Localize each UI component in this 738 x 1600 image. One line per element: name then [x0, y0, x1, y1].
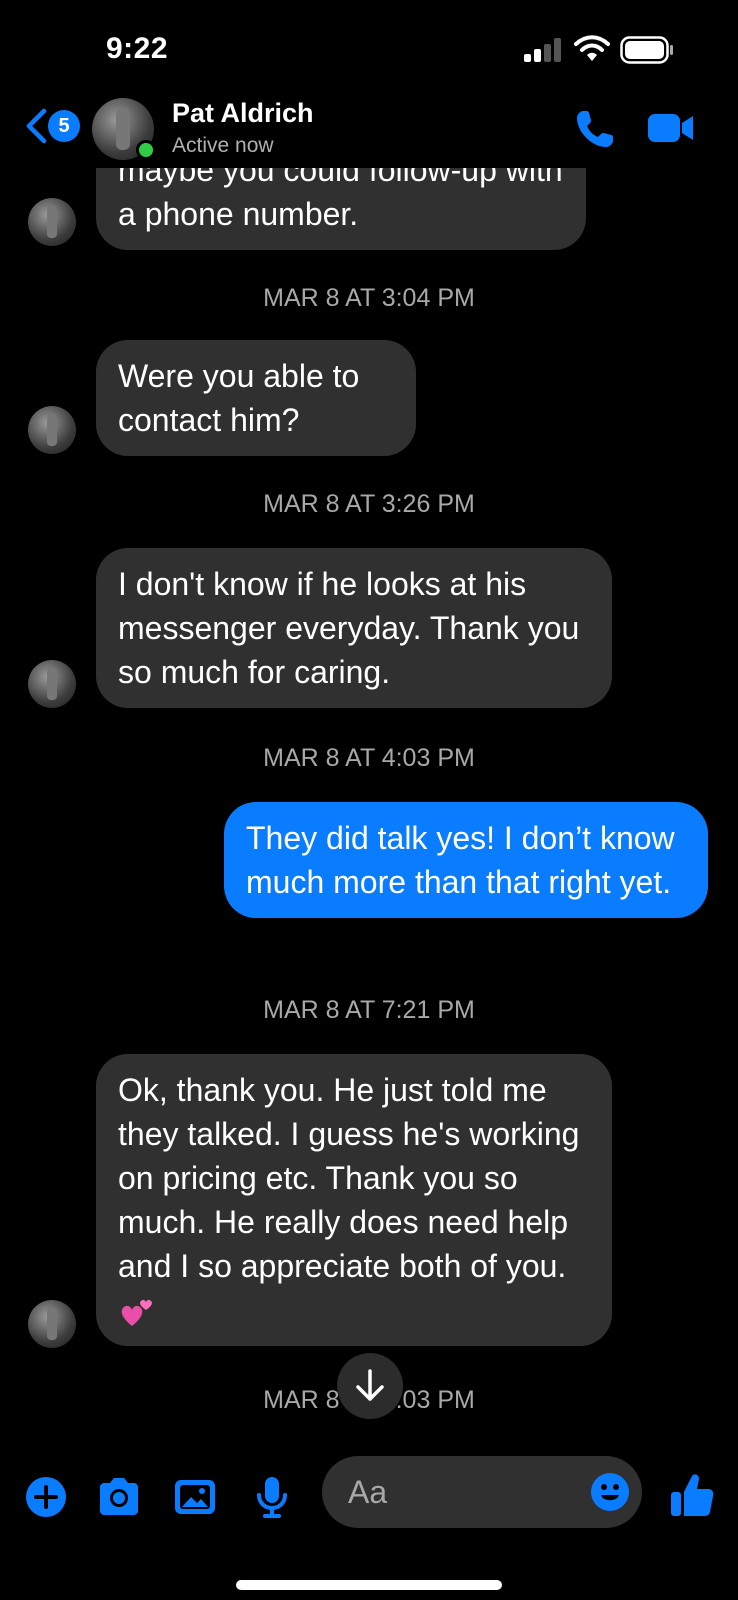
status-time: 9:22 [106, 32, 169, 65]
plus-icon[interactable] [24, 1475, 68, 1519]
outgoing-message[interactable]: They did talk yes! I don’t know much mor… [224, 802, 708, 918]
unread-count-badge: 5 [48, 110, 80, 142]
scroll-to-bottom-button[interactable] [337, 1353, 403, 1419]
chat-header: 5 Pat Aldrich Active now [0, 90, 738, 168]
sender-avatar[interactable] [28, 1300, 76, 1348]
timestamp: MAR 8 AT 3:26 PM [263, 490, 475, 518]
battery-icon [620, 36, 673, 64]
sender-avatar[interactable] [28, 660, 76, 708]
cellular-signal-icon [524, 38, 564, 62]
arrow-down-icon [356, 1369, 384, 1401]
microphone-icon[interactable] [250, 1475, 294, 1519]
incoming-message[interactable]: I don't know if he looks at his messenge… [96, 548, 612, 708]
camera-icon[interactable] [96, 1475, 142, 1519]
message-input[interactable] [348, 1470, 568, 1514]
incoming-message[interactable]: Ok, thank you. He just told me they talk… [96, 1054, 612, 1346]
emoji-icon[interactable] [590, 1472, 630, 1512]
status-bar: 9:22 [0, 0, 738, 96]
message-text: They did talk yes! I don’t know much mor… [246, 820, 675, 900]
message-thread[interactable]: maybe you could follow-up with a phone n… [0, 0, 738, 1430]
message-input-container[interactable] [322, 1456, 642, 1528]
two-hearts-icon [118, 1296, 156, 1330]
video-call-icon[interactable] [646, 110, 696, 146]
online-status-indicator [136, 140, 156, 160]
message-text: Ok, thank you. He just told me they talk… [118, 1072, 580, 1284]
home-indicator[interactable] [236, 1580, 502, 1590]
message-text: Were you able to contact him? [118, 358, 360, 438]
incoming-message[interactable]: Were you able to contact him? [96, 340, 416, 456]
sender-avatar[interactable] [28, 406, 76, 454]
timestamp: MAR 8 AT 4:03 PM [263, 744, 475, 772]
message-text: I don't know if he looks at his messenge… [118, 566, 580, 690]
timestamp: MAR 8 AT 3:04 PM [263, 284, 475, 312]
message-composer [0, 1430, 738, 1600]
phone-call-icon[interactable] [574, 108, 616, 150]
photo-icon[interactable] [172, 1475, 218, 1519]
thumbs-up-icon[interactable] [670, 1472, 714, 1518]
contact-name[interactable]: Pat Aldrich [172, 98, 314, 129]
timestamp: MAR 8 AT 7:21 PM [263, 996, 475, 1024]
chevron-left-icon [26, 108, 47, 144]
wifi-icon [574, 35, 610, 61]
back-button[interactable]: 5 [18, 102, 80, 150]
contact-active-status: Active now [172, 134, 274, 157]
sender-avatar[interactable] [28, 198, 76, 246]
